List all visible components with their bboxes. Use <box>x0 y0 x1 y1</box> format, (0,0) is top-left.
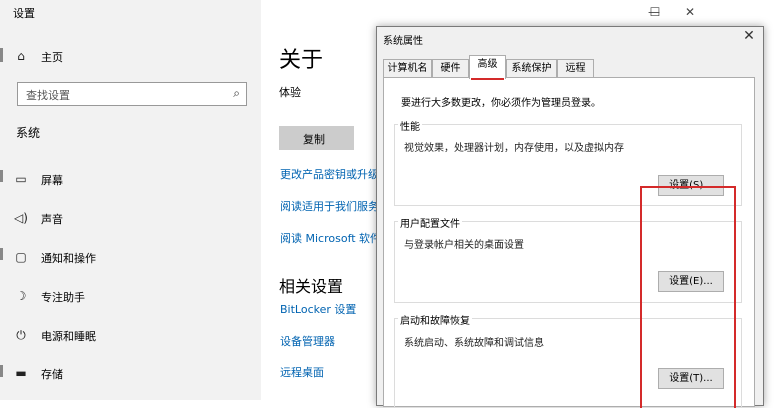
admin-note: 要进行大多数更改，你必须作为管理员登录。 <box>401 98 601 109</box>
group-description: 视觉效果，处理器计划，内存使用，以及虚拟内存 <box>404 143 624 154</box>
sidebar-item-notifications[interactable]: ▢ 通知和操作 <box>0 243 261 273</box>
link-microsoft-license[interactable]: 阅读 Microsoft 软件 <box>280 230 381 246</box>
tab-computer-name[interactable]: 计算机名 <box>383 59 432 78</box>
dialog-title: 系统属性 <box>383 36 423 47</box>
link-bitlocker[interactable]: BitLocker 设置 <box>280 301 356 317</box>
display-icon: ▭ <box>15 172 27 186</box>
edge-marker <box>0 48 3 62</box>
settings-title: 设置 <box>13 7 35 20</box>
edge-marker <box>0 248 3 260</box>
link-remote-desktop[interactable]: 远程桌面 <box>280 364 324 380</box>
maximize-button[interactable]: ☐ <box>635 0 675 24</box>
link-services-agreement[interactable]: 阅读适用于我们服务 <box>280 198 379 214</box>
search-input[interactable]: 查找设置 ⌕ <box>17 82 247 106</box>
sidebar-item-label: 通知和操作 <box>41 252 96 265</box>
sidebar-item-label: 存储 <box>41 368 63 381</box>
sidebar-item-label: 声音 <box>41 213 63 226</box>
experience-label: 体验 <box>279 86 301 99</box>
sidebar-item-focus-assist[interactable]: ☽ 专注助手 <box>0 282 261 312</box>
edge-marker <box>0 365 3 377</box>
group-description: 系统启动、系统故障和调试信息 <box>404 338 544 349</box>
notification-icon: ▢ <box>15 250 27 264</box>
tab-system-protection[interactable]: 系统保护 <box>506 59 557 78</box>
tab-hardware[interactable]: 硬件 <box>432 59 469 78</box>
section-heading: 系统 <box>16 126 41 140</box>
sidebar-item-label: 主页 <box>41 51 63 64</box>
advanced-panel: 要进行大多数更改，你必须作为管理员登录。 性能 视觉效果，处理器计划，内存使用，… <box>383 77 755 408</box>
storage-icon: ▬ <box>15 366 27 380</box>
sidebar-item-sound[interactable]: ◁) 声音 <box>0 204 261 234</box>
tab-advanced[interactable]: 高级 <box>469 55 506 79</box>
sidebar-item-label: 电源和睡眠 <box>41 330 96 343</box>
group-label: 性能 <box>398 118 422 133</box>
dialog-close-button[interactable]: ✕ <box>739 28 759 44</box>
sound-icon: ◁) <box>14 211 28 225</box>
link-device-manager[interactable]: 设备管理器 <box>280 333 335 349</box>
edge-marker <box>0 170 3 182</box>
copy-button-label: 复制 <box>303 133 325 146</box>
close-icon: ✕ <box>684 5 696 19</box>
home-icon: ⌂ <box>17 49 25 63</box>
group-label: 启动和故障恢复 <box>398 312 472 327</box>
maximize-icon: ☐ <box>649 5 661 19</box>
close-icon: ✕ <box>743 28 755 44</box>
sidebar-item-home[interactable]: ⌂ 主页 <box>0 42 261 72</box>
search-placeholder: 查找设置 <box>26 89 70 102</box>
group-label: 用户配置文件 <box>398 215 462 230</box>
sidebar-item-storage[interactable]: ▬ 存储 <box>0 359 261 389</box>
sidebar-item-power[interactable]: ⏻ 电源和睡眠 <box>0 321 261 351</box>
sidebar-item-label: 屏幕 <box>41 174 63 187</box>
sidebar-item-label: 专注助手 <box>41 291 85 304</box>
tab-remote[interactable]: 远程 <box>557 59 594 78</box>
link-change-product-key[interactable]: 更改产品密钥或升级 <box>280 166 379 182</box>
search-icon: ⌕ <box>233 86 240 100</box>
system-properties-dialog: 系统属性 ✕ 计算机名 硬件 高级 系统保护 远程 要进行大多数更改，你必须作为… <box>376 26 764 408</box>
settings-sidebar: 设置 ⌂ 主页 查找设置 ⌕ 系统 ▭ 屏幕 ◁) 声音 ▢ 通知和操作 ☽ 专… <box>0 0 261 400</box>
focus-assist-icon: ☽ <box>15 289 27 303</box>
copy-button[interactable]: 复制 <box>279 126 354 150</box>
highlight-box <box>640 186 736 408</box>
close-window-button[interactable]: ✕ <box>670 0 710 24</box>
page-title: 关于 <box>279 48 324 73</box>
power-icon: ⏻ <box>16 328 26 342</box>
sidebar-item-display[interactable]: ▭ 屏幕 <box>0 165 261 195</box>
active-tab-underline <box>471 78 504 80</box>
related-settings-heading: 相关设置 <box>279 277 344 296</box>
group-description: 与登录帐户相关的桌面设置 <box>404 240 524 251</box>
